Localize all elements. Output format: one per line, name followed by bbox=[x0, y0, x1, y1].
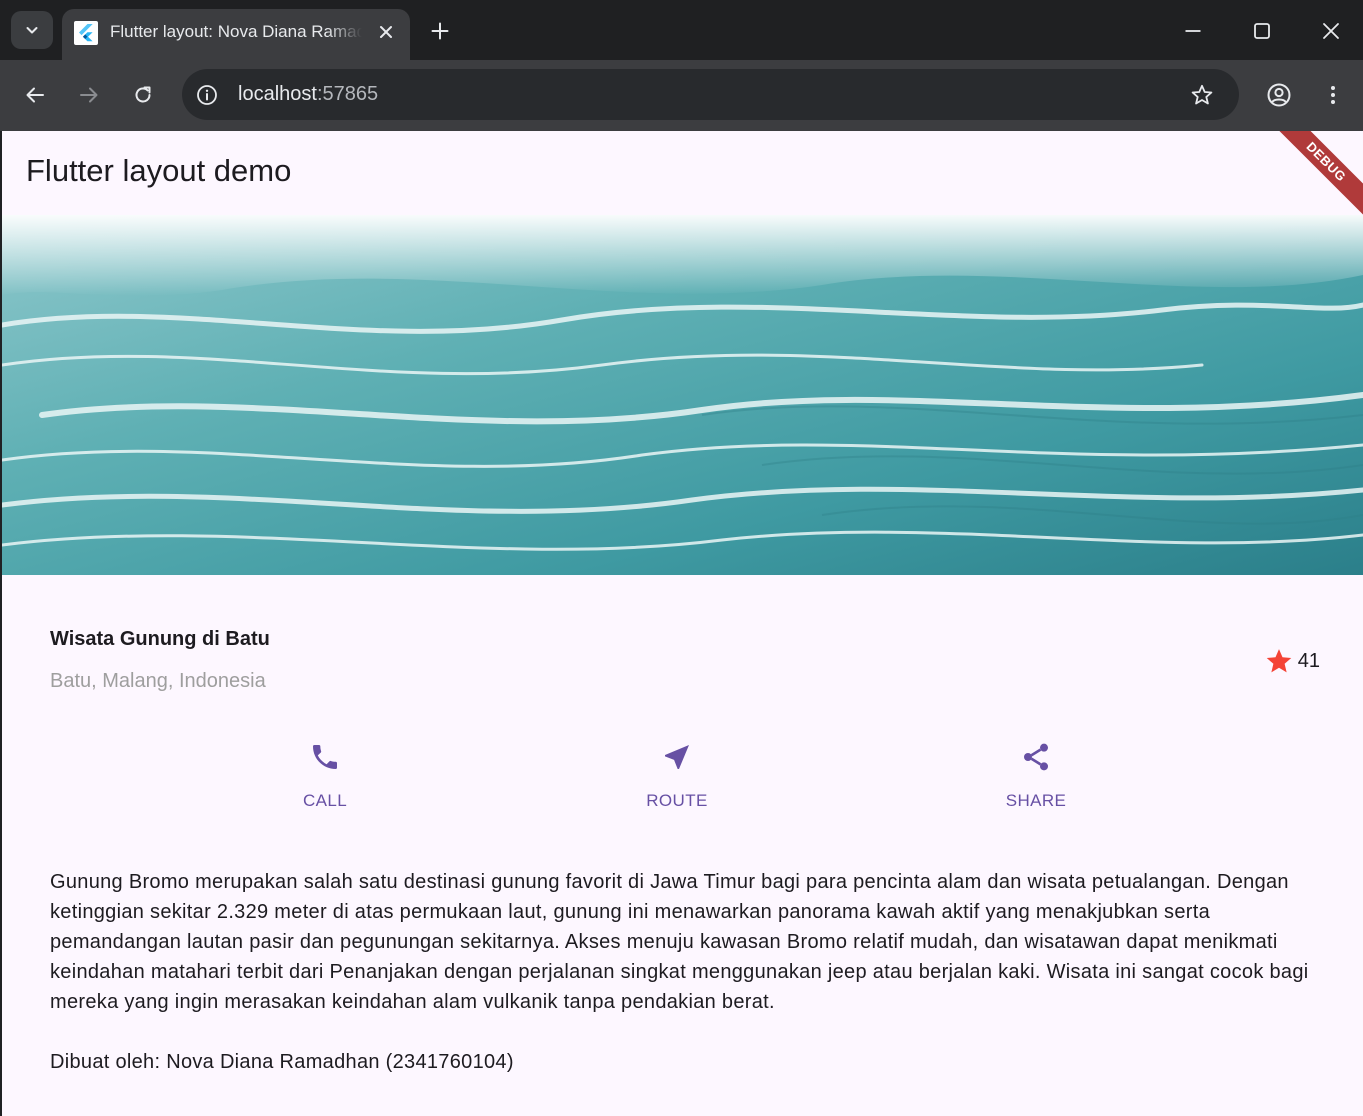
button-section: CALL ROUTE SHARE bbox=[2, 741, 1363, 821]
tab-strip: Flutter layout: Nova Diana Ramadhan bbox=[0, 0, 1363, 60]
chevron-down-icon bbox=[26, 27, 38, 34]
route-button[interactable]: ROUTE bbox=[617, 741, 737, 811]
active-tab[interactable]: Flutter layout: Nova Diana Ramadhan bbox=[62, 9, 410, 60]
url-port: :57865 bbox=[316, 83, 379, 105]
app-bar: Flutter layout demo bbox=[2, 131, 1363, 215]
page-content: Flutter layout demo Wisata Gunung di Bat… bbox=[2, 131, 1363, 1116]
star-outline-icon bbox=[1191, 84, 1213, 105]
arrow-forward-icon bbox=[80, 87, 98, 103]
plus-icon bbox=[431, 22, 449, 40]
minimize-button[interactable] bbox=[1176, 14, 1210, 48]
tab-close-button[interactable] bbox=[374, 20, 398, 44]
browser-toolbar: localhost:57865 bbox=[0, 60, 1363, 131]
rating: 41 bbox=[1264, 646, 1320, 676]
reload-icon bbox=[135, 86, 151, 103]
account-circle-icon bbox=[1267, 83, 1291, 107]
tab-search-button[interactable] bbox=[11, 11, 53, 49]
profile-button[interactable] bbox=[1260, 76, 1298, 114]
close-window-button[interactable] bbox=[1314, 14, 1348, 48]
maximize-button[interactable] bbox=[1245, 14, 1279, 48]
maximize-icon bbox=[1254, 23, 1270, 39]
share-button[interactable]: SHARE bbox=[976, 741, 1096, 811]
info-icon bbox=[197, 85, 217, 105]
share-label: SHARE bbox=[1005, 791, 1067, 810]
share-icon bbox=[1024, 743, 1048, 771]
app-bar-title: Flutter layout demo bbox=[26, 153, 292, 188]
star-icon bbox=[1266, 649, 1291, 673]
rating-count: 41 bbox=[1297, 649, 1320, 672]
url-host: localhost bbox=[238, 83, 317, 105]
address-bar[interactable]: localhost:57865 bbox=[182, 69, 1239, 120]
description-text: Gunung Bromo merupakan salah satu destin… bbox=[50, 871, 1309, 1013]
close-icon bbox=[1323, 23, 1339, 39]
reload-button[interactable] bbox=[124, 76, 162, 114]
close-icon bbox=[380, 26, 392, 38]
back-button[interactable] bbox=[16, 76, 54, 114]
more-vert-icon bbox=[1331, 86, 1335, 104]
flutter-favicon-icon bbox=[74, 21, 98, 45]
title-section: Wisata Gunung di Batu Batu, Malang, Indo… bbox=[50, 625, 1320, 705]
minimize-icon bbox=[1185, 30, 1201, 32]
browser-window: Flutter layout: Nova Diana Ramadhan bbox=[0, 0, 1363, 1116]
hero-image bbox=[2, 215, 1363, 575]
forward-button[interactable] bbox=[70, 76, 108, 114]
menu-button[interactable] bbox=[1314, 76, 1352, 114]
bookmark-button[interactable] bbox=[1188, 81, 1216, 109]
new-tab-button[interactable] bbox=[426, 17, 454, 45]
credit-text: Dibuat oleh: Nova Diana Ramadhan (234176… bbox=[50, 1051, 514, 1073]
call-button[interactable]: CALL bbox=[265, 741, 385, 811]
place-name: Wisata Gunung di Batu bbox=[50, 628, 270, 650]
place-location: Batu, Malang, Indonesia bbox=[50, 670, 266, 692]
near-me-icon bbox=[665, 745, 689, 769]
tab-title: Flutter layout: Nova Diana Ramadhan bbox=[110, 22, 362, 41]
site-info-button[interactable] bbox=[194, 82, 220, 108]
url-text: localhost:57865 bbox=[238, 83, 378, 106]
arrow-back-icon bbox=[26, 87, 44, 103]
phone-icon bbox=[313, 745, 337, 769]
text-section: Gunung Bromo merupakan salah satu destin… bbox=[50, 867, 1320, 1077]
route-label: ROUTE bbox=[646, 791, 708, 810]
call-label: CALL bbox=[302, 791, 348, 810]
